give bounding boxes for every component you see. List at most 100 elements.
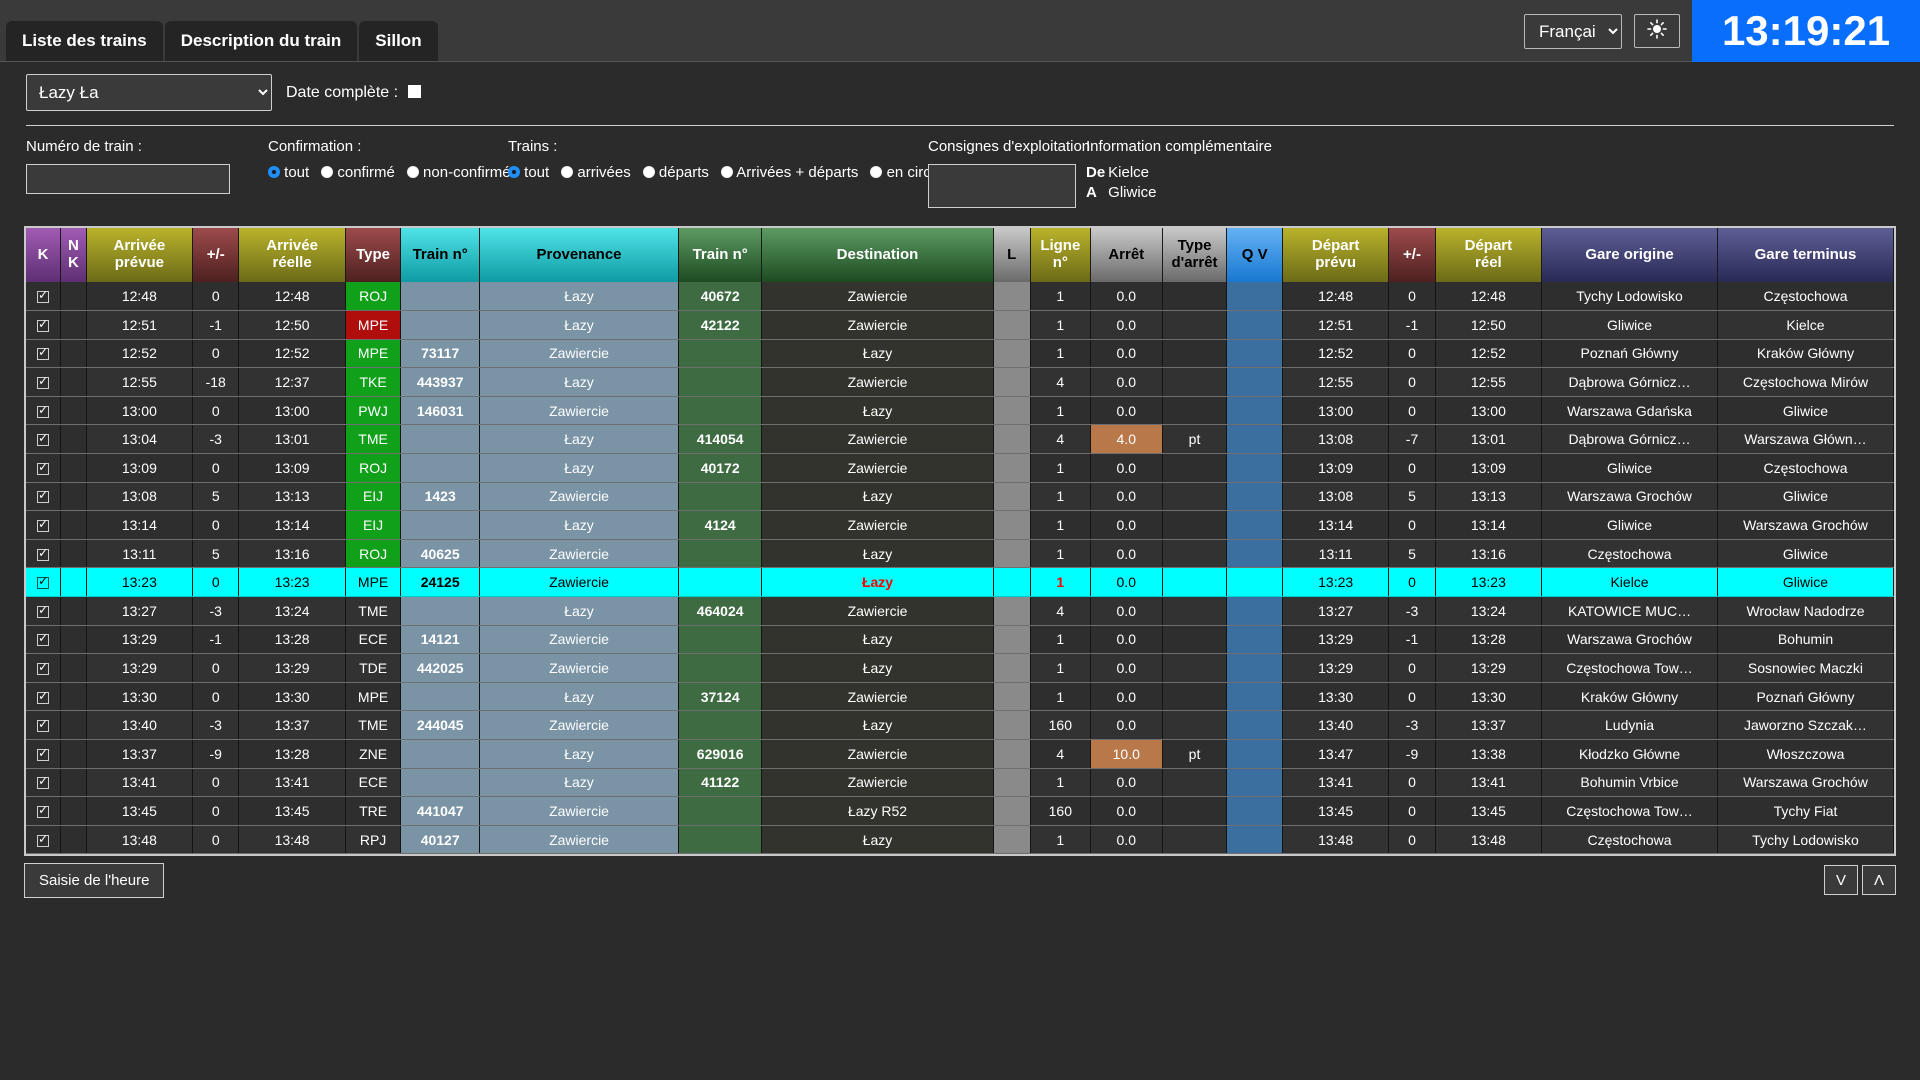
saisie-heure-button[interactable]: Saisie de l'heure <box>24 862 165 898</box>
scroll-down-button[interactable]: V <box>1824 865 1858 896</box>
table-row[interactable]: 13:00013:00PWJ146031ZawiercieŁazy10.013:… <box>26 396 1895 426</box>
row-confirm-checkbox-cell[interactable] <box>26 339 62 369</box>
col-header-q-v[interactable]: Q V <box>1226 228 1283 282</box>
col-header-arr-t[interactable]: Arrêt <box>1090 228 1163 282</box>
checkbox-icon[interactable] <box>37 717 50 733</box>
radio-icon[interactable] <box>642 166 655 178</box>
table-row[interactable]: 13:48013:48RPJ40127ZawiercieŁazy10.013:4… <box>26 825 1895 855</box>
confirmation-option-confirm-[interactable]: confirmé <box>321 164 395 181</box>
col-header-[interactable]: +/- <box>192 228 240 282</box>
table-row[interactable]: 13:14013:14EIJŁazy4124Zawiercie10.013:14… <box>26 510 1895 540</box>
col-header-d-part-pr-vu[interactable]: Départ prévu <box>1282 228 1390 282</box>
row-confirm-checkbox-cell[interactable] <box>26 310 62 340</box>
radio-icon[interactable] <box>561 166 574 178</box>
radio-icon[interactable] <box>508 166 520 178</box>
tab-description-du-train[interactable]: Description du train <box>164 21 358 61</box>
table-row[interactable]: 13:29013:29TDE442025ZawiercieŁazy10.013:… <box>26 653 1895 683</box>
radio-icon[interactable] <box>720 166 733 178</box>
col-header-[interactable]: +/- <box>1388 228 1436 282</box>
col-header-n-k[interactable]: NK <box>60 228 87 282</box>
col-header-l[interactable]: L <box>993 228 1031 282</box>
table-row[interactable]: 13:41013:41ECEŁazy41122Zawiercie10.013:4… <box>26 768 1895 798</box>
checkbox-icon[interactable] <box>37 574 50 590</box>
trains-option-arriv-es[interactable]: arrivées <box>561 164 631 181</box>
date-complete-checkbox[interactable] <box>407 84 421 98</box>
checkbox-icon[interactable] <box>37 746 50 761</box>
checkbox-icon[interactable] <box>37 288 50 304</box>
row-confirm-checkbox-cell[interactable] <box>26 367 62 397</box>
checkbox-icon[interactable] <box>37 460 50 475</box>
table-row[interactable]: 13:27-313:24TMEŁazy464024Zawiercie40.013… <box>26 596 1895 626</box>
col-header-ligne-n[interactable]: Ligne n° <box>1030 228 1091 282</box>
col-header-type-d-arr-t[interactable]: Type d'arrêt <box>1162 228 1228 282</box>
col-header-type[interactable]: Type <box>345 228 402 282</box>
scroll-up-button[interactable]: Λ <box>1862 865 1896 896</box>
station-select[interactable]: Łazy Ła <box>26 74 272 111</box>
col-header-destination[interactable]: Destination <box>761 228 994 282</box>
row-confirm-checkbox-cell[interactable] <box>26 653 62 683</box>
col-header-train-n[interactable]: Train n° <box>400 228 481 282</box>
row-confirm-checkbox-cell[interactable] <box>26 682 62 712</box>
table-row[interactable]: 12:55-1812:37TKE443937ŁazyZawiercie40.01… <box>26 367 1895 397</box>
row-confirm-checkbox-cell[interactable] <box>26 825 62 855</box>
checkbox-icon[interactable] <box>37 803 50 818</box>
table-row[interactable]: 13:11513:16ROJ40625ZawiercieŁazy10.013:1… <box>26 539 1895 569</box>
row-confirm-checkbox-cell[interactable] <box>26 396 62 426</box>
trains-option-d-parts[interactable]: départs <box>642 164 709 181</box>
checkbox-icon[interactable] <box>37 832 50 847</box>
row-confirm-checkbox-cell[interactable] <box>26 539 62 569</box>
tab-sillon[interactable]: Sillon <box>359 21 438 61</box>
row-confirm-checkbox-cell[interactable] <box>26 567 62 598</box>
checkbox-icon[interactable] <box>37 517 50 533</box>
trains-option-arriv-es-d-parts[interactable]: Arrivées + départs <box>720 164 858 181</box>
checkbox-icon[interactable] <box>37 374 50 390</box>
checkbox-icon[interactable] <box>37 317 50 332</box>
col-header-d-part-r-el[interactable]: Départ réel <box>1435 228 1543 282</box>
col-header-k[interactable]: K <box>26 228 62 282</box>
train-number-input[interactable] <box>26 164 230 194</box>
row-confirm-checkbox-cell[interactable] <box>26 796 62 826</box>
table-row[interactable]: 13:45013:45TRE441047ZawiercieŁazy R52160… <box>26 796 1895 826</box>
checkbox-icon[interactable] <box>37 660 50 676</box>
language-select[interactable]: Français <box>1524 13 1622 49</box>
checkbox-icon[interactable] <box>37 774 50 790</box>
row-confirm-checkbox-cell[interactable] <box>26 596 62 626</box>
col-header-train-n[interactable]: Train n° <box>678 228 763 282</box>
train-list-table-wrapper[interactable]: K N K Arrivée prévue +/- Arrivée réelle Type Trai… <box>24 226 1896 857</box>
checkbox-icon[interactable] <box>37 345 50 361</box>
table-row[interactable]: 12:51-112:50MPEŁazy42122Zawiercie10.012:… <box>26 310 1895 340</box>
tab-liste-des-trains[interactable]: Liste des trains <box>6 21 163 61</box>
radio-icon[interactable] <box>321 166 334 178</box>
row-confirm-checkbox-cell[interactable] <box>26 739 62 769</box>
radio-icon[interactable] <box>268 166 280 178</box>
table-row[interactable]: 13:09013:09ROJŁazy40172Zawiercie10.013:0… <box>26 453 1895 483</box>
table-row[interactable]: 13:30013:30MPEŁazy37124Zawiercie10.013:3… <box>26 682 1895 712</box>
trains-option-tout[interactable]: tout <box>508 164 549 181</box>
row-confirm-checkbox-cell[interactable] <box>26 282 62 312</box>
col-header-arriv-e-pr-vue[interactable]: Arrivée prévue <box>86 228 194 282</box>
table-row[interactable]: 13:40-313:37TME244045ZawiercieŁazy1600.0… <box>26 710 1895 740</box>
checkbox-icon[interactable] <box>37 431 50 447</box>
row-confirm-checkbox-cell[interactable] <box>26 710 62 740</box>
row-confirm-checkbox-cell[interactable] <box>26 510 62 540</box>
row-confirm-checkbox-cell[interactable] <box>26 482 62 512</box>
confirmation-option-non-confirm-[interactable]: non-confirmé <box>406 164 511 181</box>
checkbox-icon[interactable] <box>37 488 50 504</box>
theme-toggle-button[interactable] <box>1634 14 1680 48</box>
row-confirm-checkbox-cell[interactable] <box>26 768 62 798</box>
row-confirm-checkbox-cell[interactable] <box>26 625 62 655</box>
checkbox-icon[interactable] <box>37 631 50 647</box>
consignes-textbox[interactable] <box>928 164 1076 208</box>
table-row[interactable]: 12:48012:48ROJŁazy40672Zawiercie10.012:4… <box>26 282 1895 312</box>
table-row[interactable]: 13:04-313:01TMEŁazy414054Zawiercie44.0pt… <box>26 424 1895 455</box>
row-confirm-checkbox-cell[interactable] <box>26 424 62 455</box>
table-row[interactable]: 13:08513:13EIJ1423ZawiercieŁazy10.013:08… <box>26 482 1895 512</box>
row-confirm-checkbox-cell[interactable] <box>26 453 62 483</box>
confirmation-option-tout[interactable]: tout <box>268 164 309 181</box>
checkbox-icon[interactable] <box>37 603 50 618</box>
col-header-arriv-e-r-elle[interactable]: Arrivée réelle <box>238 228 346 282</box>
radio-icon[interactable] <box>406 166 419 178</box>
col-header-gare-terminus[interactable]: Gare terminus <box>1717 228 1895 282</box>
radio-icon[interactable] <box>870 166 883 178</box>
table-row[interactable]: 13:23013:23MPE24125ZawiercieŁazy10.013:2… <box>26 567 1895 598</box>
